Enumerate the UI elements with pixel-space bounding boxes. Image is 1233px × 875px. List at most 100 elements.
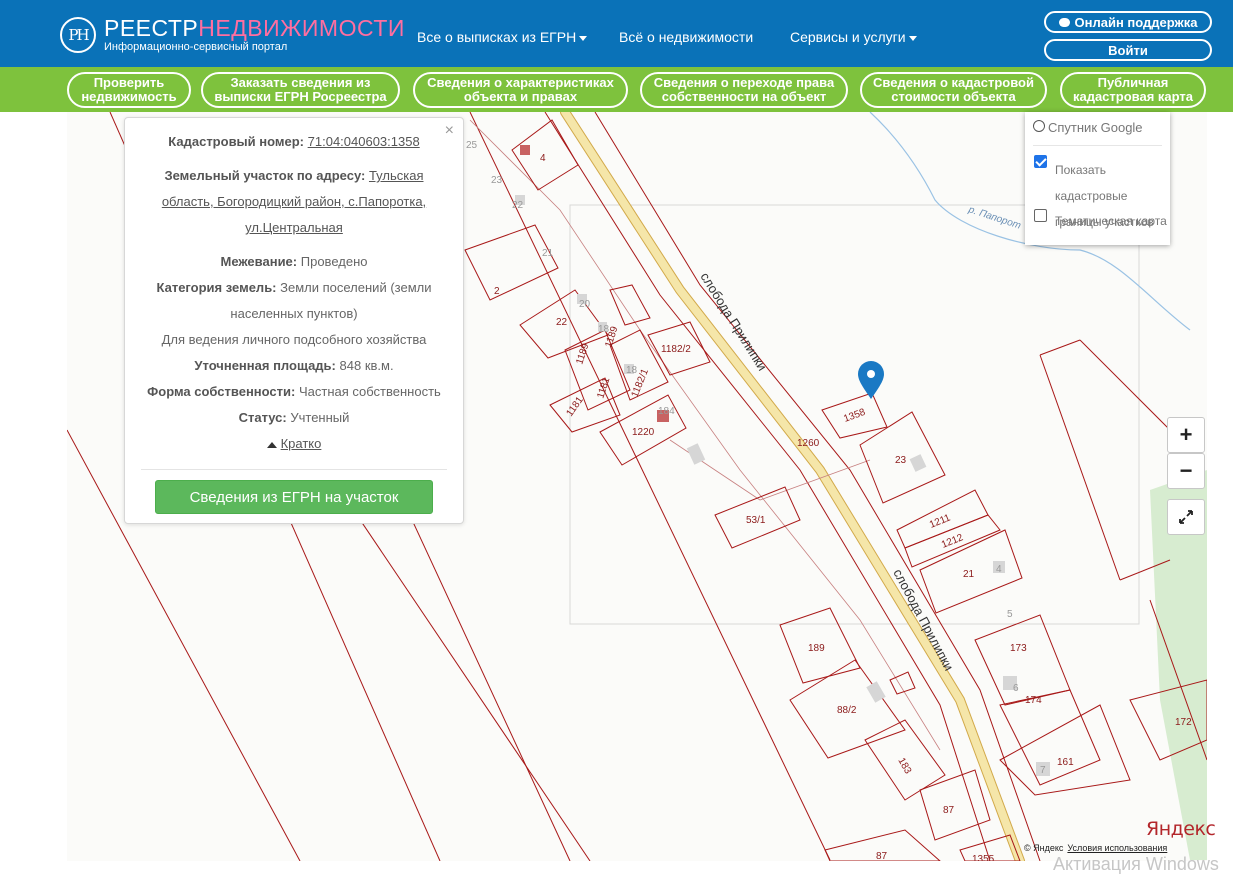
parcel-label: 22: [512, 200, 524, 211]
chat-icon: [1058, 17, 1070, 27]
logo-title: РЕЕСТРНЕДВИЖИМОСТИ: [104, 16, 405, 40]
menu-ownership-transfer[interactable]: Сведения о переходе права собственности …: [640, 72, 848, 108]
location-marker-icon[interactable]: [858, 361, 884, 399]
status-label: Статус:: [238, 410, 287, 425]
parcel-label: 21: [963, 569, 975, 580]
online-support-button[interactable]: Онлайн поддержка: [1044, 11, 1212, 33]
area-value: 848 кв.м.: [339, 358, 394, 373]
collapse-toggle[interactable]: Кратко: [125, 431, 463, 457]
divider: [141, 469, 447, 470]
parcel-label: 2: [494, 286, 500, 297]
map-attribution: © Яндекс Условия использования: [1024, 843, 1167, 853]
address-label: Земельный участок по адресу:: [164, 168, 366, 183]
street-label: слобода Прилипки: [890, 566, 956, 673]
login-button[interactable]: Войти: [1044, 39, 1212, 61]
terms-link[interactable]: Условия использования: [1067, 843, 1167, 853]
collapse-label: Кратко: [280, 436, 322, 451]
parcel-label: 88/2: [837, 705, 857, 716]
parcel-label: 1355: [972, 854, 995, 861]
site-logo[interactable]: РН РЕЕСТРНЕДВИЖИМОСТИ Информационно-серв…: [60, 16, 405, 53]
menu-check-property[interactable]: Проверить недвижимость: [67, 72, 191, 108]
area-label: Уточненная площадь:: [194, 358, 336, 373]
parcel-label: 25: [466, 140, 478, 151]
parcel-label: 87: [943, 805, 955, 816]
parcel-label: 189: [808, 643, 825, 654]
parcel-label: 1212: [940, 532, 965, 551]
parcel-label: 1181: [595, 376, 612, 400]
thematic-map-checkbox[interactable]: [1034, 209, 1047, 222]
parcel-label: 4: [540, 153, 546, 164]
parcel-label: 1189: [574, 342, 591, 366]
nav-real-estate[interactable]: Всё о недвижимости: [619, 29, 753, 45]
satellite-radio[interactable]: [1033, 120, 1045, 132]
parcel-label: 172: [1175, 717, 1192, 728]
survey-label: Межевание:: [220, 254, 298, 269]
egrn-info-button[interactable]: Сведения из ЕГРН на участок: [155, 480, 433, 514]
nav-services[interactable]: Сервисы и услуги: [790, 29, 917, 45]
nav-label: Всё о недвижимости: [619, 29, 754, 45]
land-category-value: Земли поселений (земли: [280, 280, 432, 295]
logo-mark-icon: РН: [60, 16, 96, 53]
yandex-logo: Яндекс: [1146, 818, 1216, 840]
land-category-value-cont: населенных пунктов): [230, 306, 358, 321]
parcel-label: 1260: [797, 438, 820, 449]
parcel-label: 20: [579, 299, 591, 310]
menu-public-cadastral-map[interactable]: Публичная кадастровая карта: [1060, 72, 1206, 108]
parcel-label: 1220: [632, 427, 655, 438]
login-label: Войти: [1108, 42, 1148, 58]
parcel-label: 22: [556, 317, 568, 328]
zoom-in-button[interactable]: +: [1167, 417, 1205, 453]
land-purpose: Для ведения личного подсобного хозяйства: [161, 332, 427, 347]
road: [561, 112, 1024, 861]
parcel-label: 53/1: [746, 515, 766, 526]
parcel-label: 23: [895, 455, 907, 466]
logo-title-part1: РЕЕСТР: [104, 15, 199, 41]
parcel-label: 1211: [928, 512, 952, 530]
menu-cadastral-value[interactable]: Сведения о кадастровой стоимости объекта: [860, 72, 1047, 108]
menu-characteristics[interactable]: Сведения о характеристиках объекта и пра…: [413, 72, 628, 108]
buildings: [515, 195, 1050, 776]
cadastral-number-link[interactable]: 71:04:040603:1358: [308, 134, 420, 149]
satellite-label: Спутник Google: [1048, 120, 1143, 135]
chevron-down-icon: [579, 35, 588, 41]
address-link-1[interactable]: Тульская: [369, 168, 424, 183]
parcel-label: 7: [1040, 765, 1046, 776]
parcel-label: 184: [658, 406, 675, 417]
nav-label: Все о выписках из ЕГРН: [417, 29, 577, 45]
address-link-3[interactable]: ул.Центральная: [245, 220, 343, 235]
os-activation-watermark: Активация Windows: [1053, 854, 1219, 874]
map-layers-panel: Спутник Google Показать кадастровые грани…: [1025, 112, 1170, 245]
thematic-map-label: Тематическая карта: [1055, 214, 1167, 228]
parcel-label: 174: [1025, 695, 1042, 706]
support-label: Онлайн поддержка: [1074, 14, 1198, 30]
parcel-label: 23: [491, 175, 503, 186]
logo-title-part2: НЕДВИЖИМОСТИ: [198, 15, 405, 41]
status-value: Учтенный: [290, 410, 350, 425]
cadastral-borders-checkbox[interactable]: [1034, 155, 1047, 168]
fullscreen-button[interactable]: [1167, 499, 1205, 535]
copyright-text: © Яндекс: [1024, 843, 1064, 853]
address-link-2[interactable]: область, Богородицкий район, с.Папоротка…: [162, 194, 426, 209]
logo-subtitle: Информационно-сервисный портал: [104, 41, 288, 53]
parcel-info-panel: × Кадастровый номер: 71:04:040603:1358 З…: [124, 117, 464, 524]
road-boundary: [544, 112, 991, 861]
parcel-label: 183: [895, 756, 913, 776]
parcel-label: 1182/2: [661, 344, 691, 355]
zoom-out-button[interactable]: −: [1167, 453, 1205, 489]
parcel-label: 21: [542, 248, 554, 259]
parcel-label: 1358: [842, 407, 867, 425]
nav-egrn-extracts[interactable]: Все о выписках из ЕГРН: [417, 29, 588, 45]
parcel-label: 173: [1010, 643, 1027, 654]
parcel-label: 4: [996, 564, 1002, 575]
utility-line: [469, 119, 941, 751]
parcel-label: 5: [1007, 609, 1013, 620]
menu-order-egrn[interactable]: Заказать сведения из выписки ЕГРН Росрее…: [201, 72, 400, 108]
parcel-label: 161: [1057, 757, 1074, 768]
cadastral-borders-label-1: Показать кадастровые: [1055, 163, 1128, 203]
top-header: РН РЕЕСТРНЕДВИЖИМОСТИ Информационно-серв…: [0, 0, 1233, 67]
survey-value: Проведено: [300, 254, 368, 269]
cadastral-number-label: Кадастровый номер:: [168, 134, 305, 149]
service-menu-bar: Проверить недвижимость Заказать сведения…: [0, 67, 1233, 112]
divider: [1033, 145, 1162, 146]
expand-icon: [1179, 510, 1193, 524]
